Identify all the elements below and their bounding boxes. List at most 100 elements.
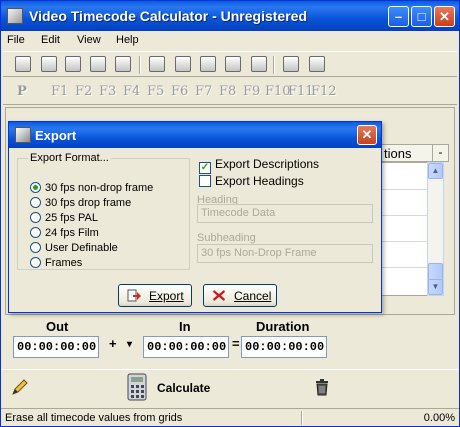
save-icon[interactable] xyxy=(65,56,81,72)
export-icon xyxy=(15,127,31,143)
radio-30fps-drop[interactable]: 30 fps drop frame xyxy=(30,197,131,209)
operator-dropdown-icon[interactable]: ▾ xyxy=(127,339,132,350)
collapse-button[interactable]: - xyxy=(432,145,448,161)
out-label: Out xyxy=(46,319,69,334)
status-percent: 0.00% xyxy=(423,412,455,424)
f8-button[interactable]: F8 xyxy=(219,84,236,99)
f7-button[interactable]: F7 xyxy=(195,84,212,99)
menu-edit[interactable]: Edit xyxy=(41,34,60,46)
f5-button[interactable]: F5 xyxy=(147,84,164,99)
in-label: In xyxy=(179,319,191,334)
main-toolbar xyxy=(3,51,457,77)
dialog-close-button[interactable]: ✕ xyxy=(357,125,377,145)
radio-icon xyxy=(30,227,41,238)
grid-scrollbar[interactable]: ▲ ▼ xyxy=(427,162,444,296)
export-headings-checkbox[interactable]: Export Headings xyxy=(199,174,304,188)
export-format-group: Export Format... 30 fps non-drop frame 3… xyxy=(17,152,190,270)
export-button[interactable]: Export xyxy=(118,284,192,307)
maximize-button[interactable]: □ xyxy=(411,6,432,27)
duration-timecode-field[interactable]: 00:00:00:00 xyxy=(241,336,327,358)
radio-label: Frames xyxy=(45,257,83,269)
open-icon[interactable] xyxy=(41,56,57,72)
new-icon[interactable] xyxy=(15,56,31,72)
radio-25fps-pal[interactable]: 25 fps PAL xyxy=(30,212,98,224)
export-format-legend: Export Format... xyxy=(30,152,109,164)
dialog-title-bar: Export ✕ xyxy=(9,122,381,148)
print-preview-icon[interactable] xyxy=(90,56,106,72)
f9-button[interactable]: F9 xyxy=(243,84,260,99)
cancel-button-label: Cancel xyxy=(234,289,272,303)
f12-button[interactable]: F12 xyxy=(311,84,337,99)
grid-column-header[interactable]: tions - xyxy=(373,144,449,162)
menu-bar: File Edit View Help xyxy=(1,31,459,50)
subheading-label: Subheading xyxy=(197,232,256,244)
grid-header-text: tions xyxy=(384,146,412,161)
status-divider xyxy=(301,411,303,425)
p-button[interactable]: P xyxy=(17,84,27,99)
clear-icon[interactable] xyxy=(251,56,267,72)
f1-button[interactable]: F1 xyxy=(51,84,68,99)
cut-icon[interactable] xyxy=(149,56,165,72)
operator-value[interactable]: + xyxy=(109,336,117,351)
menu-file[interactable]: File xyxy=(7,34,25,46)
export-descriptions-checkbox[interactable]: ✓ Export Descriptions xyxy=(199,157,319,174)
duration-label: Duration xyxy=(256,319,310,334)
calculator-icon[interactable] xyxy=(283,56,299,72)
heading-field[interactable]: Timecode Data xyxy=(197,204,373,223)
settings-icon[interactable] xyxy=(309,56,325,72)
status-message: Erase all timecode values from grids xyxy=(5,412,183,424)
radio-24fps-film[interactable]: 24 fps Film xyxy=(30,227,99,239)
cancel-button[interactable]: Cancel xyxy=(203,284,277,307)
trash-icon[interactable] xyxy=(314,378,330,396)
radio-label: 30 fps drop frame xyxy=(45,197,132,209)
radio-user-definable[interactable]: User Definable xyxy=(30,242,118,254)
f4-button[interactable]: F4 xyxy=(123,84,140,99)
toolbar-separator xyxy=(273,56,275,74)
calculator-icon[interactable] xyxy=(125,372,151,402)
scroll-down-button[interactable]: ▼ xyxy=(428,279,443,295)
copy-icon[interactable] xyxy=(175,56,191,72)
radio-label: User Definable xyxy=(45,242,118,254)
export-button-label: Export xyxy=(149,289,184,303)
out-timecode-field[interactable]: 00:00:00:00 xyxy=(13,336,99,358)
close-button[interactable]: ✕ xyxy=(434,6,455,27)
radio-icon xyxy=(30,242,41,253)
print-icon[interactable] xyxy=(115,56,131,72)
function-key-toolbar: P F1 F2 F3 F4 F5 F6 F7 F8 F9 F10 F11 F12 xyxy=(3,79,457,105)
app-icon xyxy=(7,8,23,24)
subheading-field[interactable]: 30 fps Non-Drop Frame xyxy=(197,244,373,263)
grid-row-line xyxy=(374,241,432,242)
f10-button[interactable]: F10 xyxy=(265,84,291,99)
status-bar: Erase all timecode values from grids 0.0… xyxy=(1,408,459,426)
f11-button[interactable]: F11 xyxy=(288,84,314,99)
f2-button[interactable]: F2 xyxy=(75,84,92,99)
toolbar-separator xyxy=(139,56,141,74)
in-timecode-field[interactable]: 00:00:00:00 xyxy=(143,336,229,358)
pencil-icon[interactable] xyxy=(11,378,29,396)
radio-selected-icon xyxy=(30,182,41,193)
radio-30fps-nondrop[interactable]: 30 fps non-drop frame xyxy=(30,182,153,194)
minimize-button[interactable]: – xyxy=(388,6,409,27)
f3-button[interactable]: F3 xyxy=(99,84,116,99)
radio-frames[interactable]: Frames xyxy=(30,257,82,269)
scroll-up-button[interactable]: ▲ xyxy=(428,163,443,179)
grid-row-line xyxy=(374,215,432,216)
find-icon[interactable] xyxy=(225,56,241,72)
menu-help[interactable]: Help xyxy=(116,34,139,46)
paste-icon[interactable] xyxy=(200,56,216,72)
export-dialog: Export ✕ Export Format... 30 fps non-dro… xyxy=(8,121,382,313)
radio-label: 24 fps Film xyxy=(45,227,99,239)
cancel-x-icon xyxy=(213,290,225,301)
checkbox-icon xyxy=(199,175,211,187)
radio-icon xyxy=(30,257,41,268)
radio-label: 25 fps PAL xyxy=(45,212,98,224)
bottom-action-bar: Calculate xyxy=(1,369,459,405)
menu-view[interactable]: View xyxy=(77,34,101,46)
f6-button[interactable]: F6 xyxy=(171,84,188,99)
calculate-button[interactable]: Calculate xyxy=(157,381,210,395)
grid-row-line xyxy=(374,267,432,268)
timecode-grid[interactable] xyxy=(373,162,433,296)
equals-sign: = xyxy=(232,336,240,351)
window-title: Video Timecode Calculator - Unregistered xyxy=(29,8,308,24)
title-bar: Video Timecode Calculator - Unregistered… xyxy=(1,1,459,31)
